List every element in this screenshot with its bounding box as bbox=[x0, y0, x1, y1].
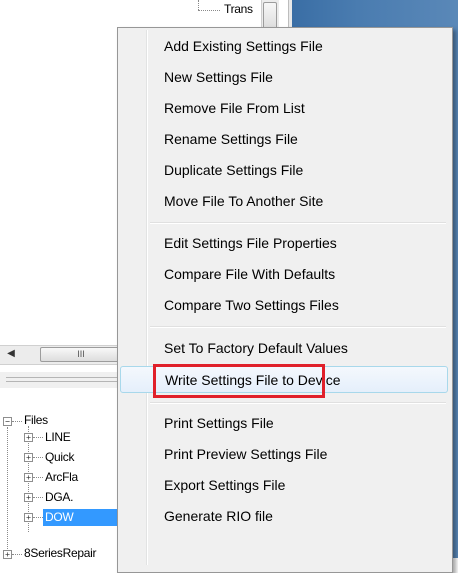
expand-icon[interactable]: + bbox=[24, 493, 33, 502]
tree-connector bbox=[33, 457, 43, 458]
menu-item-label: Duplicate Settings File bbox=[164, 162, 304, 178]
menu-item-new-settings-file[interactable]: New Settings File bbox=[120, 65, 448, 89]
tree-connector bbox=[198, 0, 199, 10]
menu-item-label: Compare Two Settings Files bbox=[164, 297, 339, 313]
scroll-grip-label: III bbox=[77, 349, 85, 359]
expand-icon[interactable]: + bbox=[24, 433, 33, 442]
menu-separator bbox=[150, 402, 446, 404]
tree-connector bbox=[33, 497, 43, 498]
expand-icon[interactable]: + bbox=[24, 453, 33, 462]
expand-icon[interactable]: + bbox=[24, 473, 33, 482]
menu-item-label: New Settings File bbox=[164, 69, 273, 85]
tree-connector bbox=[33, 477, 43, 478]
menu-item-add-existing-settings-file[interactable]: Add Existing Settings File bbox=[120, 34, 448, 58]
menu-item-label: Edit Settings File Properties bbox=[164, 235, 337, 251]
menu-item-label: Compare File With Defaults bbox=[164, 266, 336, 282]
menu-item-print-settings-file[interactable]: Print Settings File bbox=[120, 411, 448, 435]
menu-item-label: Move File To Another Site bbox=[164, 193, 324, 209]
tree-connector bbox=[33, 517, 43, 518]
tree-connector bbox=[12, 421, 22, 422]
menu-item-set-to-factory-default-values[interactable]: Set To Factory Default Values bbox=[120, 336, 448, 360]
tree-node-trans[interactable]: Trans bbox=[224, 2, 253, 16]
expand-icon[interactable]: + bbox=[24, 513, 33, 522]
menu-item-label: Print Settings File bbox=[164, 415, 274, 431]
horizontal-scroll-thumb[interactable]: III bbox=[40, 347, 122, 362]
context-menu: Add Existing Settings File New Settings … bbox=[117, 27, 453, 573]
tree-node-child[interactable]: LINE bbox=[45, 430, 71, 444]
menu-item-rename-settings-file[interactable]: Rename Settings File bbox=[120, 127, 448, 151]
menu-item-compare-two-settings-files[interactable]: Compare Two Settings Files bbox=[120, 293, 448, 317]
menu-item-label: Export Settings File bbox=[164, 477, 286, 493]
menu-item-label: Rename Settings File bbox=[164, 131, 298, 147]
tree-node-selected[interactable]: DOW bbox=[45, 510, 74, 524]
menu-item-remove-file-from-list[interactable]: Remove File From List bbox=[120, 96, 448, 120]
annotation-highlight-box bbox=[153, 364, 325, 398]
menu-item-export-settings-file[interactable]: Export Settings File bbox=[120, 473, 448, 497]
tree-connector bbox=[198, 10, 220, 11]
tree-node-child[interactable]: DGA. bbox=[45, 490, 73, 504]
menu-item-generate-rio-file[interactable]: Generate RIO file bbox=[120, 504, 448, 528]
menu-item-label: Generate RIO file bbox=[164, 508, 273, 524]
menu-item-duplicate-settings-file[interactable]: Duplicate Settings File bbox=[120, 158, 448, 182]
menu-item-print-preview-settings-file[interactable]: Print Preview Settings File bbox=[120, 442, 448, 466]
menu-item-label: Add Existing Settings File bbox=[164, 38, 323, 54]
menu-item-label: Set To Factory Default Values bbox=[164, 340, 348, 356]
scroll-left-icon[interactable]: ◀ bbox=[4, 347, 18, 361]
menu-separator bbox=[150, 326, 446, 328]
menu-item-move-file-to-another-site[interactable]: Move File To Another Site bbox=[120, 189, 448, 213]
menu-item-compare-file-with-defaults[interactable]: Compare File With Defaults bbox=[120, 262, 448, 286]
tree-node-child[interactable]: Quick bbox=[45, 450, 74, 464]
vertical-scroll-thumb[interactable] bbox=[263, 2, 277, 30]
tree-node-child[interactable]: ArcFla bbox=[45, 470, 78, 484]
tree-node-files[interactable]: Files bbox=[24, 413, 48, 427]
menu-item-label: Print Preview Settings File bbox=[164, 446, 328, 462]
menu-item-edit-settings-file-properties[interactable]: Edit Settings File Properties bbox=[120, 231, 448, 255]
menu-separator bbox=[150, 222, 446, 224]
collapse-icon[interactable]: − bbox=[3, 417, 12, 426]
tree-connector bbox=[33, 437, 43, 438]
menu-item-label: Remove File From List bbox=[164, 100, 305, 116]
tree-connector bbox=[7, 427, 8, 551]
tree-connector bbox=[12, 554, 22, 555]
